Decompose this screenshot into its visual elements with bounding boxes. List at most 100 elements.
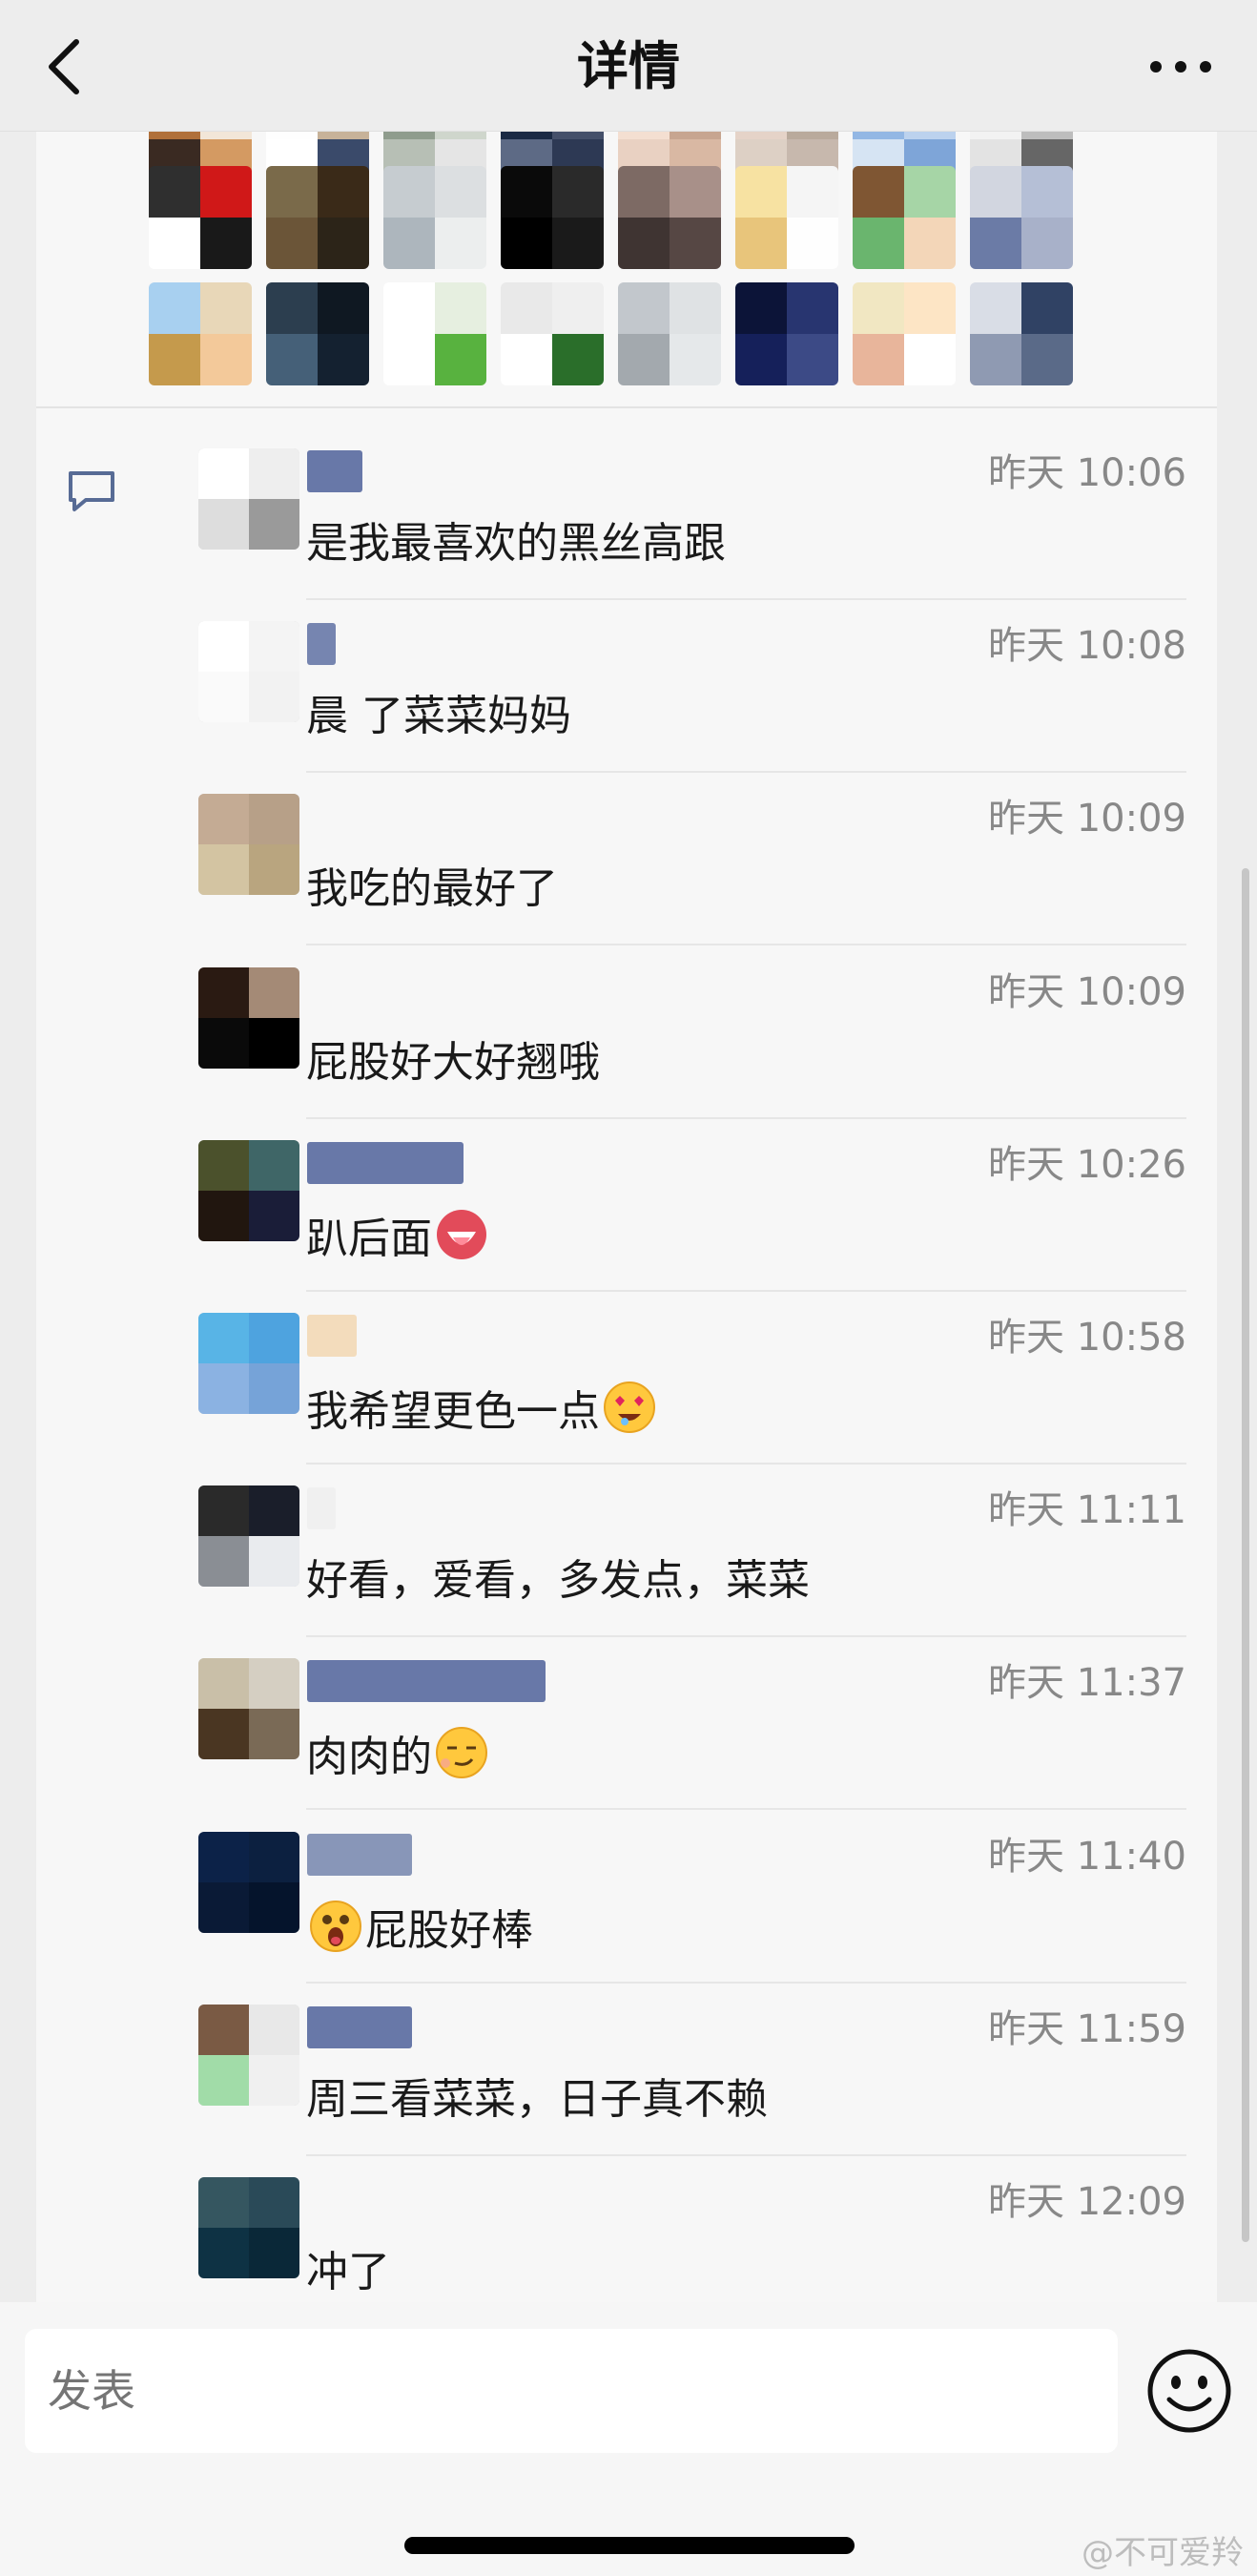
divider: [36, 406, 1217, 408]
liker-avatar[interactable]: [149, 166, 252, 269]
commenter-name-mosaic[interactable]: [307, 1141, 464, 1184]
liker-avatar[interactable]: [266, 166, 369, 269]
scrollbar[interactable]: [1242, 868, 1249, 2242]
comment-item[interactable]: 昨天 11:37 肉肉的: [122, 1637, 1217, 1811]
commenter-avatar[interactable]: [198, 448, 299, 550]
surprised-face-emoji: [306, 1900, 365, 1955]
comment-item[interactable]: 昨天 11:11 好看，爱看，多发点，菜菜: [122, 1465, 1217, 1638]
avatar-pixel-block: [249, 1709, 299, 1760]
avatar-pixel-block: [249, 2054, 299, 2106]
comment-time: 昨天 10:58: [988, 1316, 1186, 1360]
commenter-avatar[interactable]: [198, 1485, 299, 1588]
commenter-avatar[interactable]: [198, 1658, 299, 1760]
comment-time: 昨天 10:08: [988, 624, 1186, 669]
avatar-pixel-block: [383, 334, 435, 385]
comment-item[interactable]: 昨天 11:59 周三看菜菜，日子真不赖: [122, 1984, 1217, 2156]
commenter-avatar[interactable]: [198, 1831, 299, 1933]
comment-text: 我希望更色一点: [306, 1380, 659, 1441]
avatar-pixel-block: [198, 1485, 249, 1537]
avatar-pixel-block: [1021, 218, 1073, 269]
home-indicator[interactable]: [404, 2537, 855, 2554]
liker-avatar[interactable]: [735, 282, 838, 385]
liker-avatar[interactable]: [618, 282, 721, 385]
avatar-pixel-block: [198, 844, 249, 896]
avatar-pixel-block: [249, 672, 299, 723]
avatar-pixel-block: [853, 334, 904, 385]
avatar-pixel-block: [435, 218, 486, 269]
avatar-pixel-block: [787, 218, 838, 269]
page-title: 详情: [577, 36, 680, 96]
comment-item[interactable]: 昨天 10:06 是我最喜欢的黑丝高跟: [122, 427, 1217, 600]
commenter-name-mosaic[interactable]: [307, 1833, 412, 1876]
liker-avatar[interactable]: [149, 282, 252, 385]
commenter-name-mosaic[interactable]: [307, 1487, 336, 1530]
liker-avatar[interactable]: [853, 166, 956, 269]
avatar-pixel-block: [435, 166, 486, 218]
liker-avatar[interactable]: [383, 166, 486, 269]
commenter-name-mosaic[interactable]: [307, 1660, 546, 1703]
liker-avatar[interactable]: [383, 282, 486, 385]
avatar-pixel-block: [266, 218, 318, 269]
comment-item[interactable]: 昨天 10:26 趴后面: [122, 1119, 1217, 1292]
comment-item[interactable]: 昨天 10:09 屁股好大好翘哦: [122, 946, 1217, 1119]
avatar-pixel-block: [618, 166, 670, 218]
avatar-pixel-block: [552, 334, 604, 385]
comment-text-content: 肉肉的: [306, 1733, 432, 1782]
avatar-pixel-block: [853, 218, 904, 269]
comment-text-content: 屁股好棒: [365, 1905, 533, 1955]
commenter-name-mosaic[interactable]: [307, 1315, 357, 1357]
commenter-avatar[interactable]: [198, 1139, 299, 1241]
liker-avatar[interactable]: [618, 166, 721, 269]
avatar-pixel-block: [735, 218, 787, 269]
tongue-face-emoji: [432, 1209, 491, 1263]
avatar-pixel-block: [249, 2177, 299, 2228]
comment-item[interactable]: 昨天 11:40 屁股好棒: [122, 1811, 1217, 1984]
liker-avatar[interactable]: [970, 282, 1073, 385]
liker-avatar[interactable]: [501, 282, 604, 385]
smiley-face-icon[interactable]: [1144, 2346, 1234, 2436]
avatar-pixel-block: [249, 1658, 299, 1710]
comment-item[interactable]: 昨天 10:09 我吃的最好了: [122, 773, 1217, 946]
avatar-pixel-block: [200, 166, 252, 218]
commenter-avatar[interactable]: [198, 621, 299, 723]
avatar-pixel-block: [318, 334, 369, 385]
avatar-pixel-block: [318, 166, 369, 218]
avatar-pixel-block: [249, 1017, 299, 1069]
liker-avatar[interactable]: [501, 166, 604, 269]
comment-text: 是我最喜欢的黑丝高跟: [306, 515, 726, 572]
liker-avatar[interactable]: [853, 282, 956, 385]
commenter-avatar[interactable]: [198, 794, 299, 896]
commenter-name-mosaic[interactable]: [307, 623, 336, 666]
liker-avatar[interactable]: [735, 166, 838, 269]
commenter-avatar[interactable]: [198, 2177, 299, 2278]
avatar-pixel-block: [670, 166, 721, 218]
avatar-pixel-block: [198, 2177, 249, 2228]
avatar-pixel-block: [249, 1139, 299, 1191]
comment-input[interactable]: [25, 2329, 1118, 2453]
comment-item[interactable]: 昨天 10:58 我希望更色一点: [122, 1292, 1217, 1465]
avatar-pixel-block: [198, 499, 249, 550]
liker-avatar[interactable]: [970, 166, 1073, 269]
commenter-name-mosaic[interactable]: [307, 2005, 412, 2048]
avatar-pixel-block: [149, 218, 200, 269]
commenter-avatar[interactable]: [198, 1313, 299, 1414]
avatar-pixel-block: [670, 218, 721, 269]
avatar-pixel-block: [383, 166, 435, 218]
avatar-pixel-block: [970, 166, 1021, 218]
commenter-name-mosaic[interactable]: [307, 450, 362, 492]
avatar-pixel-block: [552, 282, 604, 334]
comment-item[interactable]: 昨天 10:08 晨 了菜菜妈妈: [122, 600, 1217, 774]
avatar-pixel-block: [383, 218, 435, 269]
comment-time: 昨天 11:59: [988, 2006, 1186, 2051]
avatar-pixel-block: [249, 1485, 299, 1537]
avatar-pixel-block: [904, 166, 956, 218]
comment-time: 昨天 12:09: [988, 2180, 1186, 2224]
liker-avatar[interactable]: [266, 282, 369, 385]
commenter-avatar[interactable]: [198, 2004, 299, 2106]
commenter-avatar[interactable]: [198, 966, 299, 1069]
more-dots-icon[interactable]: [1143, 29, 1219, 105]
avatar-pixel-block: [198, 1831, 249, 1882]
avatar-pixel-block: [198, 1709, 249, 1760]
comment-text-content: 我吃的最好了: [306, 864, 558, 914]
avatar-pixel-block: [670, 282, 721, 334]
